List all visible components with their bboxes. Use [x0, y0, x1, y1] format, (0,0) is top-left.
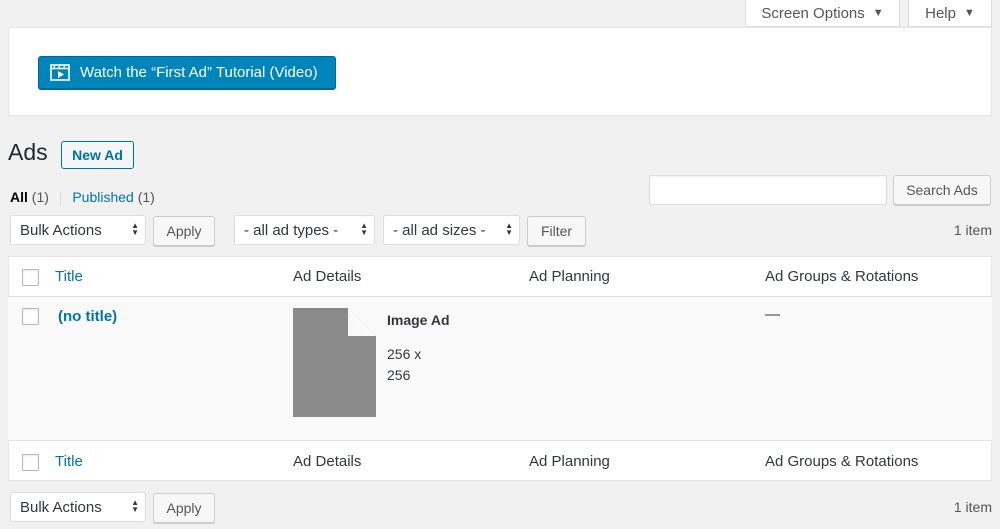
row-checkbox[interactable]	[22, 308, 39, 325]
ad-type-label: Image Ad	[387, 312, 450, 328]
items-count-bottom: 1 item	[953, 499, 992, 515]
column-ad-groups-bottom: Ad Groups & Rotations	[765, 453, 919, 470]
view-separator: |	[58, 189, 63, 205]
help-label: Help	[925, 4, 956, 22]
apply-button[interactable]: Apply	[153, 216, 215, 246]
help-tab[interactable]: Help ▼	[908, 0, 992, 27]
watch-tutorial-label: Watch the “First Ad” Tutorial (Video)	[80, 64, 318, 81]
select-arrows-icon: ▲ ▼	[131, 498, 139, 514]
page-title: Ads	[8, 139, 48, 165]
caret-down-icon: ▼	[963, 7, 975, 19]
select-all-checkbox[interactable]	[22, 269, 39, 286]
view-published-count: (1)	[137, 189, 155, 205]
ad-types-value: - all ad types -	[244, 221, 339, 239]
screen-options-tab[interactable]: Screen Options ▼	[745, 0, 900, 27]
bulk-actions-select[interactable]: Bulk Actions ▲ ▼	[10, 215, 146, 245]
search-ads-button[interactable]: Search Ads	[893, 175, 991, 205]
column-ad-planning: Ad Planning	[529, 268, 610, 285]
select-arrows-icon: ▲ ▼	[360, 221, 368, 237]
select-arrows-icon: ▲ ▼	[131, 221, 139, 237]
watch-tutorial-button[interactable]: Watch the “First Ad” Tutorial (Video)	[38, 56, 336, 89]
ad-title-link[interactable]: (no title)	[58, 308, 117, 325]
footer-divider	[9, 440, 991, 441]
ad-groups-value: —	[765, 306, 780, 323]
select-all-checkbox-bottom[interactable]	[22, 454, 39, 471]
ad-sizes-value: - all ad sizes -	[393, 221, 486, 239]
apply-button-bottom[interactable]: Apply	[153, 493, 215, 523]
column-title-sort-bottom[interactable]: Title	[55, 453, 83, 470]
status-views: All (1) | Published (1)	[10, 189, 155, 205]
view-all-link[interactable]: All	[10, 189, 28, 205]
select-arrows-icon: ▲ ▼	[505, 221, 513, 237]
bulk-actions-select-bottom[interactable]: Bulk Actions ▲ ▼	[10, 492, 146, 522]
view-published-link[interactable]: Published	[72, 189, 134, 205]
bulk-actions-value-bottom: Bulk Actions	[20, 498, 102, 516]
search-input[interactable]	[649, 175, 887, 205]
bulk-actions-value: Bulk Actions	[20, 221, 102, 239]
filter-button[interactable]: Filter	[527, 216, 586, 246]
ad-sizes-filter[interactable]: - all ad sizes - ▲ ▼	[383, 215, 520, 245]
column-title-sort[interactable]: Title	[55, 268, 83, 285]
file-icon	[293, 308, 376, 417]
caret-down-icon: ▼	[872, 7, 884, 19]
column-ad-planning-bottom: Ad Planning	[529, 453, 610, 470]
items-count: 1 item	[953, 222, 992, 238]
view-all-count: (1)	[31, 189, 49, 205]
column-ad-groups: Ad Groups & Rotations	[765, 268, 919, 285]
new-ad-button[interactable]: New Ad	[61, 141, 134, 169]
ad-size-label: 256 x 256	[387, 346, 422, 383]
video-icon	[50, 64, 70, 81]
tutorial-panel: Watch the “First Ad” Tutorial (Video)	[8, 27, 992, 116]
ad-types-filter[interactable]: - all ad types - ▲ ▼	[234, 215, 375, 245]
table-row	[8, 297, 992, 440]
screen-options-label: Screen Options	[761, 4, 865, 22]
column-ad-details-bottom: Ad Details	[293, 453, 362, 470]
column-ad-details: Ad Details	[293, 268, 362, 285]
